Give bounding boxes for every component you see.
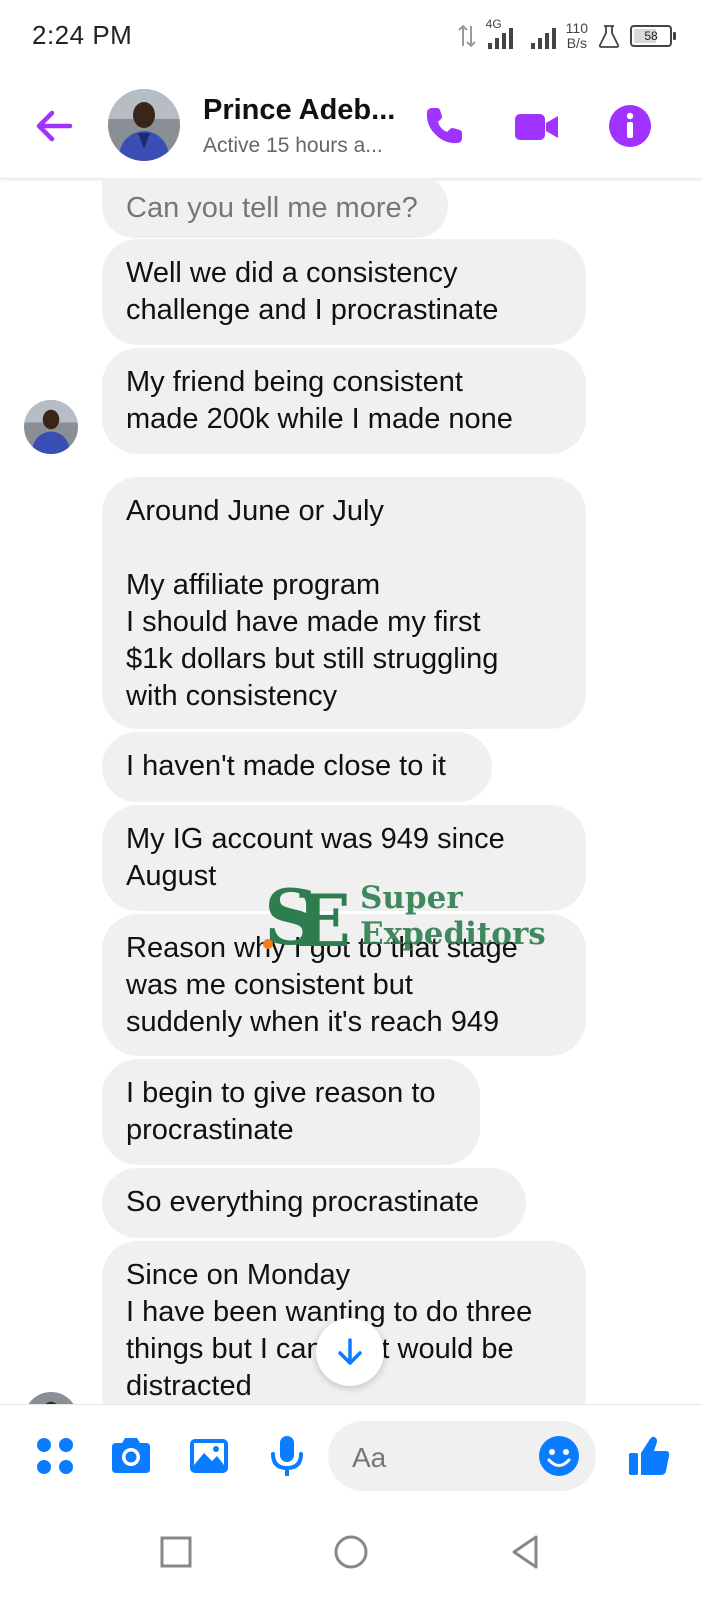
active-status: Active 15 hours a... bbox=[203, 134, 383, 157]
message-bubble[interactable]: My friend being consistent made 200k whi… bbox=[102, 348, 586, 454]
message-input-placeholder: Aa bbox=[352, 1442, 387, 1473]
battery-icon: 58 bbox=[630, 25, 676, 47]
video-call-icon[interactable] bbox=[512, 102, 560, 150]
message-list[interactable]: Can you tell me more? Well we did a cons… bbox=[0, 178, 702, 1404]
signal-4g-icon: 4G bbox=[486, 17, 520, 51]
thumbs-up-icon[interactable] bbox=[626, 1433, 672, 1479]
arrow-down-icon bbox=[338, 1338, 362, 1365]
message-bubble[interactable]: I haven't made close to it bbox=[102, 732, 492, 802]
message-bubble[interactable]: So everything procrastinate bbox=[102, 1168, 526, 1238]
sender-avatar bbox=[24, 1392, 78, 1404]
info-icon[interactable] bbox=[606, 102, 654, 150]
lab-flask-icon bbox=[598, 25, 620, 48]
message-bubble[interactable]: Well we did a consistency challenge and … bbox=[102, 239, 586, 345]
apps-menu-icon[interactable] bbox=[32, 1433, 78, 1479]
chat-header: Prince Adeb... Active 15 hours a... bbox=[0, 72, 702, 179]
scroll-to-bottom-button[interactable] bbox=[316, 1318, 384, 1386]
recent-apps-icon[interactable] bbox=[154, 1530, 198, 1574]
message-bubble[interactable]: Can you tell me more? bbox=[102, 178, 448, 238]
sender-avatar bbox=[24, 400, 78, 454]
home-icon[interactable] bbox=[329, 1530, 373, 1574]
status-icons: 4G 110 B/s 58 bbox=[457, 16, 676, 56]
message-bubble[interactable]: My IG account was 949 since August bbox=[102, 805, 586, 911]
message-bubble[interactable]: Around June or July My affiliate program… bbox=[102, 477, 586, 729]
network-speed: 110 B/s bbox=[565, 20, 588, 51]
message-bubble[interactable]: Reason why I got to that stage was me co… bbox=[102, 914, 586, 1056]
phone-call-icon[interactable] bbox=[420, 102, 468, 150]
gallery-icon[interactable] bbox=[186, 1433, 232, 1479]
contact-avatar[interactable] bbox=[108, 89, 180, 161]
contact-name[interactable]: Prince Adeb... bbox=[203, 94, 403, 127]
status-time: 2:24 PM bbox=[32, 20, 133, 50]
microphone-icon[interactable] bbox=[264, 1433, 310, 1479]
emoji-icon[interactable] bbox=[536, 1433, 582, 1479]
message-composer: Aa bbox=[0, 1404, 702, 1507]
back-arrow-icon[interactable] bbox=[30, 102, 78, 150]
back-nav-icon[interactable] bbox=[504, 1530, 548, 1574]
message-input[interactable]: Aa bbox=[328, 1421, 596, 1491]
message-bubble[interactable]: I begin to give reason to procrastinate bbox=[102, 1059, 480, 1165]
camera-icon[interactable] bbox=[108, 1433, 154, 1479]
status-bar: 2:24 PM 4G 110 B/s 58 bbox=[0, 0, 702, 72]
data-transfer-icon bbox=[457, 24, 476, 48]
signal-icon bbox=[530, 28, 556, 49]
system-nav-bar bbox=[0, 1506, 702, 1600]
